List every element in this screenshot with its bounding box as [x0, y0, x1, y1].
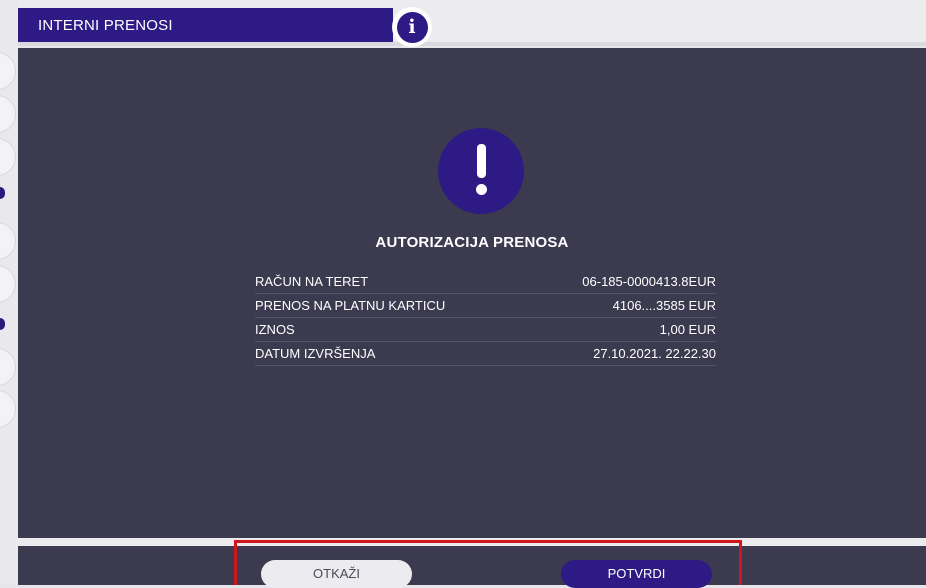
detail-label: PRENOS NA PLATNU KARTICU: [255, 298, 446, 313]
side-indicator: [0, 318, 5, 330]
exclamation-dot: [476, 184, 487, 195]
side-indicator: [0, 187, 5, 199]
detail-value: 4106....3585 EUR: [612, 298, 716, 313]
header-divider: [18, 42, 926, 46]
cancel-button[interactable]: OTKAŽI: [261, 560, 412, 588]
detail-value: 27.10.2021. 22.22.30: [593, 346, 716, 361]
detail-label: DATUM IZVRŠENJA: [255, 346, 376, 361]
exclamation-bar: [477, 144, 486, 178]
side-circle: [0, 390, 16, 428]
info-icon: i: [396, 11, 428, 43]
detail-row-card-transfer: PRENOS NA PLATNU KARTICU 4106....3585 EU…: [255, 294, 716, 318]
side-circle: [0, 52, 16, 90]
side-circle: [0, 348, 16, 386]
exclamation-icon: [438, 128, 524, 214]
side-circle: [0, 265, 16, 303]
detail-label: IZNOS: [255, 322, 295, 337]
transfer-details: RAČUN NA TERET 06-185-0000413.8EUR PRENO…: [255, 270, 716, 366]
left-side-strip: [0, 0, 18, 585]
detail-row-amount: IZNOS 1,00 EUR: [255, 318, 716, 342]
side-circle: [0, 95, 16, 133]
detail-value: 1,00 EUR: [659, 322, 716, 337]
detail-row-debit-account: RAČUN NA TERET 06-185-0000413.8EUR: [255, 270, 716, 294]
detail-label: RAČUN NA TERET: [255, 274, 369, 289]
authorization-title: AUTORIZACIJA PRENOSA: [375, 234, 569, 251]
header: INTERNI PRENOSI i: [18, 0, 926, 47]
detail-value: 06-185-0000413.8EUR: [582, 274, 716, 289]
info-button[interactable]: i: [392, 7, 432, 47]
page-title: INTERNI PRENOSI: [38, 16, 173, 34]
detail-row-execution-date: DATUM IZVRŠENJA 27.10.2021. 22.22.30: [255, 342, 716, 366]
header-title-bar: INTERNI PRENOSI: [18, 8, 393, 42]
side-circle: [0, 138, 16, 176]
authorization-panel: AUTORIZACIJA PRENOSA RAČUN NA TERET 06-1…: [18, 48, 926, 538]
panel-decoration: [488, 48, 648, 99]
confirm-button[interactable]: POTVRDI: [561, 560, 712, 588]
side-circle: [0, 222, 16, 260]
